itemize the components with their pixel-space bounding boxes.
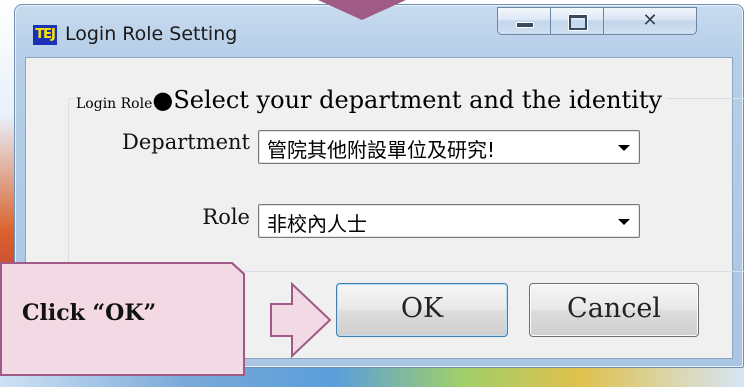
window-title: Login Role Setting — [65, 23, 238, 45]
maximize-button[interactable] — [551, 7, 604, 35]
caption-buttons: ✕ — [497, 7, 697, 35]
role-select[interactable]: 非校內人士 — [258, 204, 640, 238]
department-selected-value: 管院其他附設單位及研究! — [267, 138, 496, 162]
ok-button[interactable]: OK — [336, 283, 508, 337]
minimize-icon — [516, 22, 534, 28]
close-button[interactable]: ✕ — [604, 7, 697, 35]
arrow-right-icon — [270, 282, 332, 358]
callout-text: Click “OK” — [22, 300, 157, 326]
close-icon: ✕ — [642, 10, 658, 31]
app-icon: TEJ — [33, 25, 57, 45]
role-selected-value: 非校內人士 — [267, 212, 367, 236]
minimize-button[interactable] — [497, 7, 551, 35]
department-label: Department — [121, 130, 250, 154]
maximize-icon — [569, 15, 587, 30]
login-role-group — [68, 98, 744, 272]
instruction-callout: Click “OK” — [0, 262, 270, 376]
chevron-down-icon — [618, 219, 630, 225]
chevron-down-icon — [618, 145, 630, 151]
group-legend-label: Login Role — [76, 96, 153, 112]
group-legend: Login Role●Select your department and th… — [74, 86, 667, 114]
department-select[interactable]: 管院其他附設單位及研究! — [258, 130, 640, 164]
cancel-button[interactable]: Cancel — [529, 283, 699, 337]
title-bar[interactable]: TEJ Login Role Setting ✕ — [15, 5, 743, 57]
role-label: Role — [202, 205, 250, 229]
group-legend-note: ●Select your department and the identity — [152, 86, 663, 114]
